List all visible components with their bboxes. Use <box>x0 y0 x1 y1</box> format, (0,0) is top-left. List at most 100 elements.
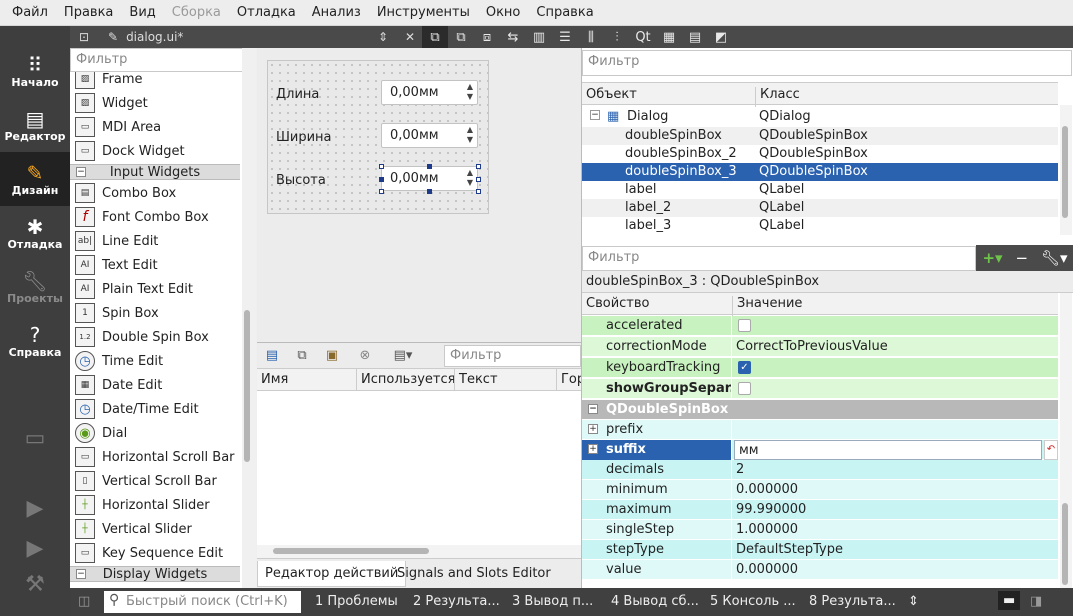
property-row-correction-mode[interactable]: correctionMode CorrectToPreviousValue <box>582 337 1058 357</box>
object-inspector-scroll-thumb[interactable] <box>1062 126 1068 218</box>
configure-wrench-icon[interactable]: 🔧︎▾ <box>1041 249 1068 267</box>
selection-handle[interactable] <box>379 164 384 169</box>
debug-run-icon[interactable]: ▶ <box>20 534 50 564</box>
add-dynamic-property-icon[interactable]: +▾ <box>982 249 1002 267</box>
property-row-suffix[interactable]: suffix + мм ↶ <box>582 440 1058 460</box>
double-spin-box-height[interactable]: 0,00мм ▲ ▼ <box>381 166 478 191</box>
menu-tools[interactable]: Инструменты <box>369 5 478 20</box>
property-value[interactable]: DefaultStepType <box>734 540 1058 560</box>
locator-input[interactable]: ⚲ Быстрый поиск (Ctrl+K) <box>104 591 301 613</box>
dialog-form[interactable]: Длина 0,00мм ▲ ▼ Ширина 0,00мм ▲ ▼ Высота … <box>267 60 489 214</box>
column-text[interactable]: Текст <box>455 369 557 390</box>
configure-view-icon[interactable]: ▤▾ <box>383 348 423 363</box>
tree-row-dialog[interactable]: − ▦ Dialog QDialog <box>582 108 1058 126</box>
property-row-single-step[interactable]: singleStep 1.000000 <box>582 520 1058 540</box>
more-panes-icon[interactable]: ⇕ <box>908 594 919 609</box>
property-value[interactable]: CorrectToPreviousValue <box>734 337 1058 357</box>
property-row-value[interactable]: value 0.000000 <box>582 560 1058 580</box>
widget-combo-box[interactable]: ▤ Combo Box <box>70 181 240 205</box>
property-row-show-group-separator[interactable]: showGroupSepar... <box>582 379 1058 399</box>
property-row-prefix[interactable]: + prefix <box>582 420 1058 440</box>
checkbox-keyboard-tracking[interactable]: ✓ <box>738 361 751 374</box>
tree-row[interactable]: label_3 QLabel <box>582 217 1058 235</box>
new-action-icon[interactable]: ▤ <box>257 348 287 363</box>
copy-action-icon[interactable]: ⧉ <box>287 348 317 363</box>
edit-buddies-icon[interactable]: ⧈ <box>474 26 500 48</box>
property-row-step-type[interactable]: stepType DefaultStepType <box>582 540 1058 560</box>
toggle-sidebar-icon[interactable]: ◫ <box>78 594 90 609</box>
label-length[interactable]: Длина <box>276 87 319 102</box>
property-row-decimals[interactable]: decimals 2 <box>582 460 1058 480</box>
toggle-right-sidebar-icon[interactable]: ◨ <box>1030 594 1042 609</box>
property-row-accelerated[interactable]: accelerated <box>582 316 1058 336</box>
property-value[interactable]: 0.000000 <box>734 560 1058 580</box>
category-input-widgets[interactable]: − Input Widgets <box>70 164 240 180</box>
widget-dial[interactable]: ◉ Dial <box>70 421 240 445</box>
column-property[interactable]: Свойство <box>586 296 649 311</box>
menu-window[interactable]: Окно <box>478 5 529 20</box>
delete-action-icon[interactable]: ⊗ <box>347 348 383 363</box>
property-row-maximum[interactable]: maximum 99.990000 <box>582 500 1058 520</box>
document-selector[interactable]: ✎ dialog.ui* ⇕ <box>98 26 398 48</box>
tree-row-selected[interactable]: doubleSpinBox_3 QDoubleSpinBox <box>582 163 1058 181</box>
layout-grid-icon[interactable]: ▦ <box>656 26 682 48</box>
maximize-output-icon[interactable]: ▬ <box>998 591 1021 610</box>
widget-mdi-area[interactable]: ▭ MDI Area <box>70 115 240 139</box>
widget-plain-text-edit[interactable]: AI Plain Text Edit <box>70 277 240 301</box>
collapse-icon[interactable]: − <box>590 110 600 120</box>
action-filter-input[interactable]: Фильтр <box>444 345 581 367</box>
menu-help[interactable]: Справка <box>528 5 601 20</box>
break-layout-icon[interactable]: ▤ <box>682 26 708 48</box>
tab-signals-slots[interactable]: Signals and Slots Editor <box>390 561 558 587</box>
mode-debug[interactable]: ✱ Отладка <box>0 206 70 260</box>
adjust-size-icon[interactable]: ◩ <box>708 26 734 48</box>
spin-arrows-icon[interactable]: ▲ ▼ <box>467 82 473 102</box>
widget-horizontal-slider[interactable]: ┼ Horizontal Slider <box>70 493 240 517</box>
mode-projects[interactable]: 🔧︎ Проекты <box>0 260 70 314</box>
paste-action-icon[interactable]: ▣ <box>317 348 347 363</box>
split-horizontal-icon[interactable]: ⫼ <box>578 26 604 48</box>
selection-handle[interactable] <box>476 177 481 182</box>
edit-widgets-icon[interactable]: ⧉ <box>422 26 448 48</box>
object-filter-input[interactable]: Фильтр <box>582 50 1072 76</box>
widget-text-edit[interactable]: AI Text Edit <box>70 253 240 277</box>
menu-view[interactable]: Вид <box>121 5 163 20</box>
output-pane-compile-output[interactable]: 4 Вывод сб... <box>611 594 699 609</box>
mode-welcome[interactable]: ⠿ Начало <box>0 44 70 98</box>
output-pane-console[interactable]: 5 Консоль ... <box>710 594 796 609</box>
layout-form-icon[interactable]: Qt <box>630 26 656 48</box>
double-spin-box-width[interactable]: 0,00мм ▲ ▼ <box>381 123 478 148</box>
tree-row[interactable]: doubleSpinBox_2 QDoubleSpinBox <box>582 145 1058 163</box>
widget-time-edit[interactable]: ◷ Time Edit <box>70 349 240 373</box>
tab-action-editor[interactable]: Редактор действий <box>257 561 407 587</box>
output-pane-issues[interactable]: 1 Проблемы <box>315 594 398 609</box>
suffix-value-input[interactable]: мм <box>734 440 1042 460</box>
close-document-icon[interactable]: ✕ <box>398 26 422 48</box>
action-editor-hscroll-thumb[interactable] <box>273 548 429 554</box>
widget-frame[interactable]: ▨ Frame <box>70 72 240 91</box>
menu-debug[interactable]: Отладка <box>229 5 304 20</box>
layout-vertical-icon[interactable]: ☰ <box>552 26 578 48</box>
widgetbox-scrollbar-thumb[interactable] <box>244 310 250 462</box>
selection-handle[interactable] <box>427 189 432 194</box>
label-width[interactable]: Ширина <box>276 130 332 145</box>
column-value[interactable]: Значение <box>732 296 802 316</box>
menu-file[interactable]: Файл <box>4 5 56 20</box>
widget-font-combo-box[interactable]: f Font Combo Box <box>70 205 240 229</box>
property-value[interactable]: 99.990000 <box>734 500 1058 520</box>
selection-handle[interactable] <box>476 164 481 169</box>
widget-double-spin-box[interactable]: 1.2 Double Spin Box <box>70 325 240 349</box>
widget-spin-box[interactable]: 1 Spin Box <box>70 301 240 325</box>
category-display-widgets[interactable]: − Display Widgets <box>70 566 240 582</box>
expand-icon[interactable]: + <box>588 444 598 454</box>
layout-horizontal-icon[interactable]: ▥ <box>526 26 552 48</box>
edit-tab-order-icon[interactable]: ⇆ <box>500 26 526 48</box>
column-shortcut[interactable]: Гор <box>557 369 581 390</box>
checkbox-accelerated[interactable] <box>738 319 751 332</box>
property-filter-input[interactable]: Фильтр <box>582 246 976 271</box>
widget-horizontal-scroll-bar[interactable]: ▭ Horizontal Scroll Bar <box>70 445 240 469</box>
spin-arrows-icon[interactable]: ▲ ▼ <box>467 168 473 188</box>
property-value[interactable]: 2 <box>734 460 1058 480</box>
property-row-keyboard-tracking[interactable]: keyboardTracking ✓ <box>582 358 1058 378</box>
selection-handle[interactable] <box>379 177 384 182</box>
